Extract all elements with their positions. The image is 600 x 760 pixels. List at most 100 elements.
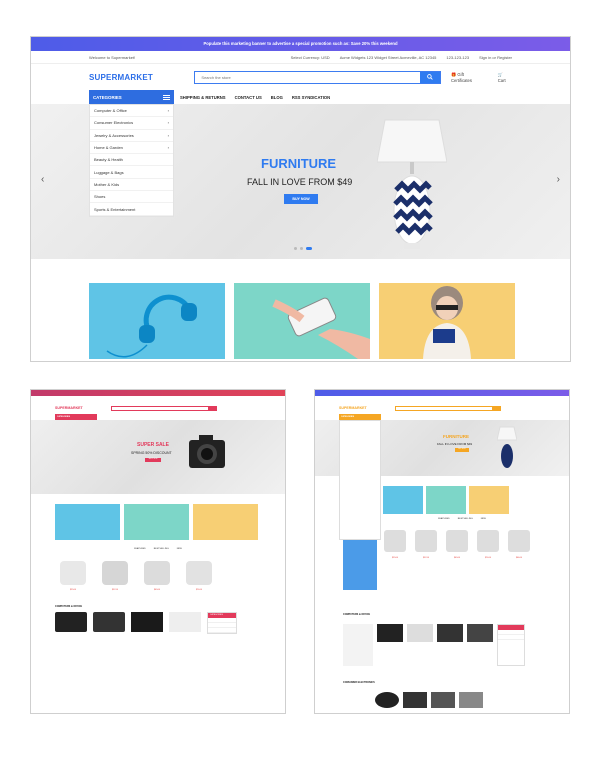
address-text: Acme Widgets 123 Widget Street Acmeville… (339, 54, 437, 60)
sidebar-banner[interactable] (343, 624, 373, 666)
category-item[interactable]: Home & Garden › (90, 142, 173, 155)
product-image (505, 526, 533, 556)
tab[interactable]: FEATURED (438, 518, 450, 520)
category-item[interactable]: Jewelry & Accessories › (90, 130, 173, 142)
promo-banner[interactable]: Populate this marketing banner to advert… (31, 37, 570, 51)
phone-banner[interactable] (426, 486, 466, 514)
category-item[interactable]: Beauty & Health (90, 154, 173, 167)
product-price: $74.00 (485, 557, 491, 559)
product-image[interactable] (131, 612, 163, 632)
product-image[interactable] (93, 612, 125, 632)
headphones-banner[interactable] (55, 504, 120, 540)
prev-arrow-icon[interactable]: ‹ (41, 174, 44, 185)
fashion-banner[interactable] (379, 283, 515, 359)
hero-title: FURNITURE (261, 156, 337, 171)
product-card[interactable]: $57.00 (97, 558, 133, 591)
nav-link[interactable]: RSS SYNDICATION (292, 95, 330, 100)
product-card[interactable]: $74.00 (474, 526, 502, 590)
tab[interactable]: BESTSELLING (458, 518, 473, 520)
cart-link[interactable]: 🛒 Cart (498, 72, 512, 83)
lamp-image (377, 119, 447, 249)
category-item[interactable]: Sports & Entertainment (90, 203, 173, 216)
product-price: $29.00 (70, 589, 76, 591)
left-preview: SUPERMARKET CATEGORIES SUPER SALE SPRING… (30, 389, 286, 714)
tab[interactable]: BESTSELLING (154, 548, 169, 550)
category-list (339, 420, 381, 540)
chevron-right-icon: › (167, 145, 169, 151)
fashion-banner[interactable] (193, 504, 258, 540)
camera-icon (189, 435, 225, 468)
product-image[interactable] (375, 692, 399, 708)
main-preview: Populate this marketing banner to advert… (30, 36, 571, 362)
product-image[interactable] (169, 612, 201, 632)
headphones-banner[interactable] (89, 283, 225, 359)
hero-subtitle: FALL IN LOVE FROM $49 (247, 177, 353, 187)
product-price: $29.00 (392, 557, 398, 559)
woman-icon (423, 286, 471, 359)
tab[interactable]: NEW (481, 518, 486, 520)
nav-link[interactable]: BLOG (271, 95, 283, 100)
search-bar[interactable] (111, 405, 217, 411)
product-image[interactable] (377, 624, 403, 642)
hero-button[interactable]: BUY NOW (455, 448, 469, 452)
currency-select[interactable]: Select Currency: USD (291, 55, 330, 60)
hero-button[interactable]: SHOP NOW (145, 458, 161, 462)
product-price: $57.00 (423, 557, 429, 559)
product-card[interactable]: $29.00 (381, 526, 409, 590)
product-image[interactable] (467, 624, 493, 642)
headphones-banner[interactable] (383, 486, 423, 514)
section-title: COMPUTERS & OFFICE (343, 613, 371, 616)
fashion-banner[interactable] (469, 486, 509, 514)
hero-slider: SUPER SALE SPRING 50% DISCOUNT SHOP NOW (31, 420, 285, 494)
product-image[interactable] (407, 624, 433, 642)
logo[interactable]: SUPERMARKET (55, 406, 111, 410)
product-image[interactable] (55, 612, 87, 632)
product-image (474, 526, 502, 556)
product-image (55, 558, 91, 588)
category-item[interactable]: Luggage & Bags (90, 166, 173, 179)
tab[interactable]: NEW (177, 548, 182, 550)
product-image[interactable] (437, 624, 463, 642)
category-item[interactable]: Mother & Kids (90, 179, 173, 192)
section-title: CONSUMER ELECTRONICS (343, 681, 375, 684)
search-button[interactable] (420, 71, 441, 83)
product-card[interactable]: $57.00 (412, 526, 440, 590)
top-bar: Welcome to Supermarket! Select Currency:… (31, 51, 570, 64)
product-image (412, 526, 440, 556)
logo[interactable]: SUPERMARKET (339, 406, 395, 410)
menu-icon (163, 94, 170, 100)
hero-button[interactable]: BUY NOW (284, 194, 318, 204)
product-price: $66.00 (516, 557, 522, 559)
main-nav: CATEGORIES SHIPPING & RETURNS CONTACT US B… (31, 90, 570, 104)
search-input[interactable] (195, 71, 421, 83)
category-item[interactable]: Consumer Electronics › (90, 117, 173, 130)
phone-banner[interactable] (124, 504, 189, 540)
product-image[interactable] (431, 692, 455, 708)
category-item[interactable]: Shoes (90, 191, 173, 204)
nav-link[interactable]: SHIPPING & RETURNS (180, 95, 226, 100)
category-item[interactable]: Computer & Office › (90, 105, 173, 118)
chevron-right-icon: › (167, 120, 169, 126)
categories-toggle[interactable]: CATEGORIES (89, 90, 174, 104)
product-image (381, 526, 409, 556)
tab[interactable]: FEATURED (134, 548, 146, 550)
phone-banner[interactable] (234, 283, 370, 359)
slider-dots[interactable] (294, 247, 312, 250)
hero-slider: Computer & Office › Consumer Electronics › J… (31, 104, 570, 259)
nav-link[interactable]: CONTACT US (235, 95, 262, 100)
signin-link[interactable]: Sign in or Register (479, 55, 512, 60)
hero-slider: FURNITURE FALL IN LOVE FROM $49 BUY NOW (315, 420, 569, 540)
product-card[interactable]: $49.00 (139, 558, 175, 591)
product-card[interactable]: $29.00 (55, 558, 91, 591)
product-image[interactable] (403, 692, 427, 708)
product-card[interactable]: $74.00 (181, 558, 217, 591)
logo[interactable]: SUPERMARKET (89, 73, 194, 82)
product-image[interactable] (459, 692, 483, 708)
search-bar (194, 70, 442, 84)
search-bar[interactable] (395, 405, 501, 411)
next-arrow-icon[interactable]: › (557, 174, 560, 185)
product-card[interactable]: $66.00 (505, 526, 533, 590)
product-image (443, 526, 471, 556)
product-card[interactable]: $49.00 (443, 526, 471, 590)
gift-link[interactable]: 🎁 Gift Certificates (451, 72, 486, 83)
